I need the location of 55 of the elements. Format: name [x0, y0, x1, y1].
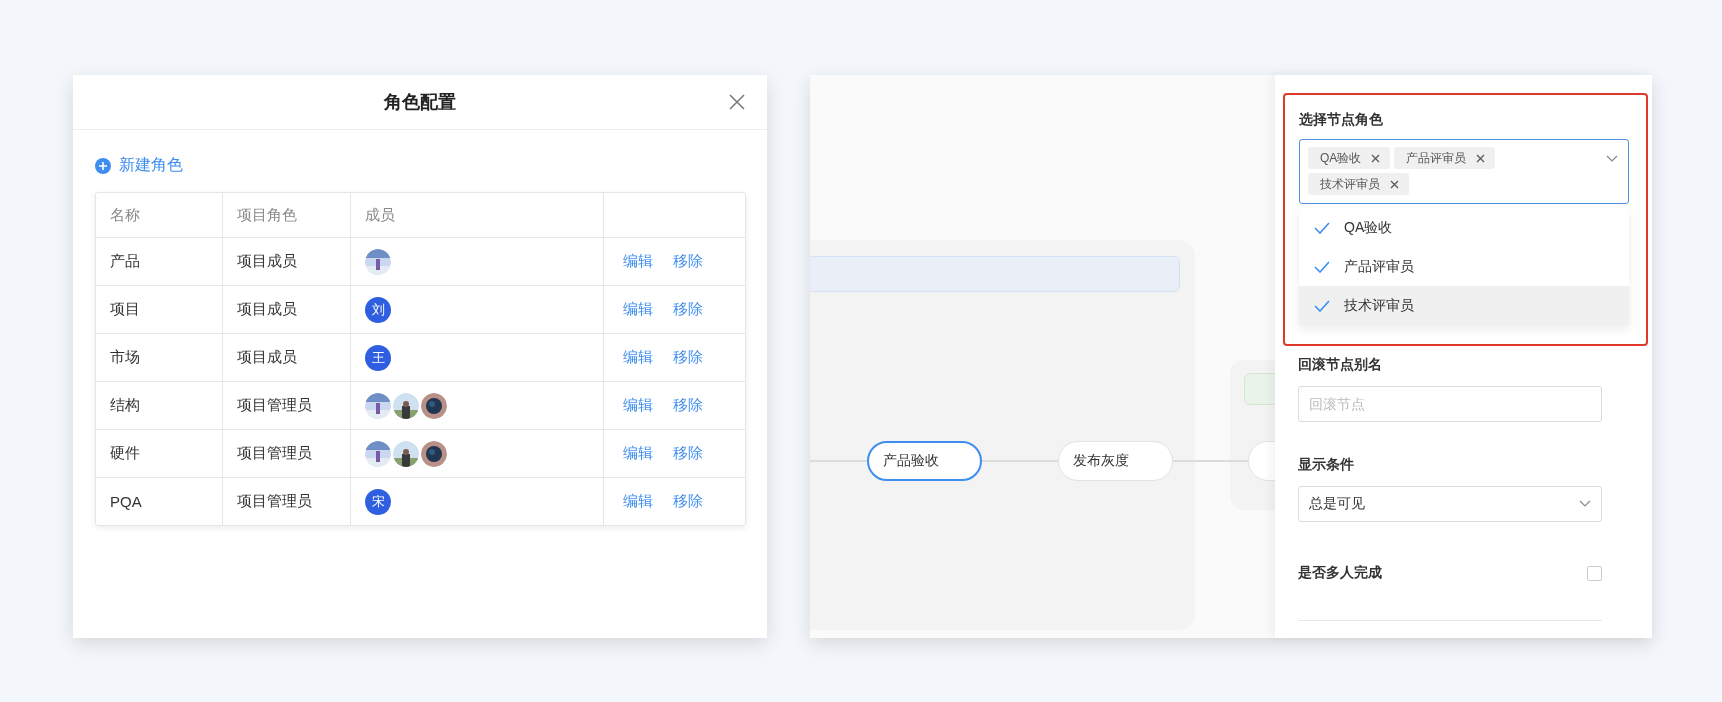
condition-select[interactable]: 总是可见 [1298, 486, 1602, 522]
role-tag: 技术评审员 [1308, 173, 1409, 195]
role-tag: QA验收 [1308, 147, 1391, 169]
action-link[interactable]: 编辑 [623, 348, 653, 367]
table-cell: 项目成员 [223, 334, 351, 381]
table-cell: 项目管理员 [223, 430, 351, 477]
dropdown-option[interactable]: 产品评审员 [1299, 247, 1629, 286]
table-cell: 项目成员 [223, 238, 351, 285]
chevron-icon [1606, 155, 1618, 163]
avatar: 宋 [365, 488, 391, 515]
action-link[interactable]: 移除 [673, 492, 703, 511]
action-link[interactable]: 移除 [673, 300, 703, 319]
dropdown-option[interactable]: QA验收 [1299, 208, 1629, 247]
chevron-icon [1579, 500, 1591, 508]
avatar: 刘 [365, 296, 391, 323]
table-cell: 项目 [96, 286, 223, 333]
action-link[interactable]: 编辑 [623, 396, 653, 415]
close-icon[interactable] [729, 94, 745, 110]
role-select[interactable]: QA验收 产品评审员 技术评审员 [1299, 139, 1629, 204]
flow-node[interactable]: 产品验收 [867, 441, 982, 481]
role-tag: 产品评审员 [1394, 147, 1496, 169]
dialog-title: 角色配置 [384, 91, 456, 114]
table-cell: 硬件 [96, 430, 223, 477]
field-label: 是否多人完成 [1298, 564, 1382, 582]
plus-icon[interactable] [95, 157, 111, 174]
action-link[interactable]: 编辑 [623, 492, 653, 511]
table-cell: 项目成员 [223, 286, 351, 333]
table-cell: 市场 [96, 334, 223, 381]
action-link[interactable]: 移除 [673, 348, 703, 367]
action-link[interactable]: 编辑 [623, 444, 653, 463]
column-header: 成员 [351, 193, 604, 237]
checkbox[interactable] [1587, 565, 1602, 581]
field-label: 回滚节点别名 [1298, 356, 1382, 374]
new-role-link[interactable]: 新建角色 [119, 155, 183, 176]
table-cell: 项目管理员 [223, 478, 351, 525]
table-cell: 产品 [96, 238, 223, 285]
table-cell: 结构 [96, 382, 223, 429]
remove-icon[interactable] [1390, 179, 1399, 189]
action-link[interactable]: 移除 [673, 396, 703, 415]
alias-input[interactable]: 回滚节点 [1298, 386, 1602, 422]
action-link[interactable]: 编辑 [623, 300, 653, 319]
field-label: 选择节点角色 [1299, 111, 1383, 129]
avatar: 王 [365, 344, 391, 371]
field-label: 显示条件 [1298, 456, 1354, 474]
remove-icon[interactable] [1476, 153, 1486, 163]
table-cell: 项目管理员 [223, 382, 351, 429]
dropdown-option[interactable]: 技术评审员 [1299, 286, 1629, 325]
action-link[interactable]: 编辑 [623, 252, 653, 271]
table-cell: PQA [96, 478, 223, 525]
action-link[interactable]: 移除 [673, 444, 703, 463]
column-header: 名称 [96, 193, 223, 237]
action-link[interactable]: 移除 [673, 252, 703, 271]
remove-icon[interactable] [1371, 153, 1381, 163]
column-header: 项目角色 [223, 193, 351, 237]
flow-node[interactable]: 发布灰度 [1058, 441, 1173, 481]
